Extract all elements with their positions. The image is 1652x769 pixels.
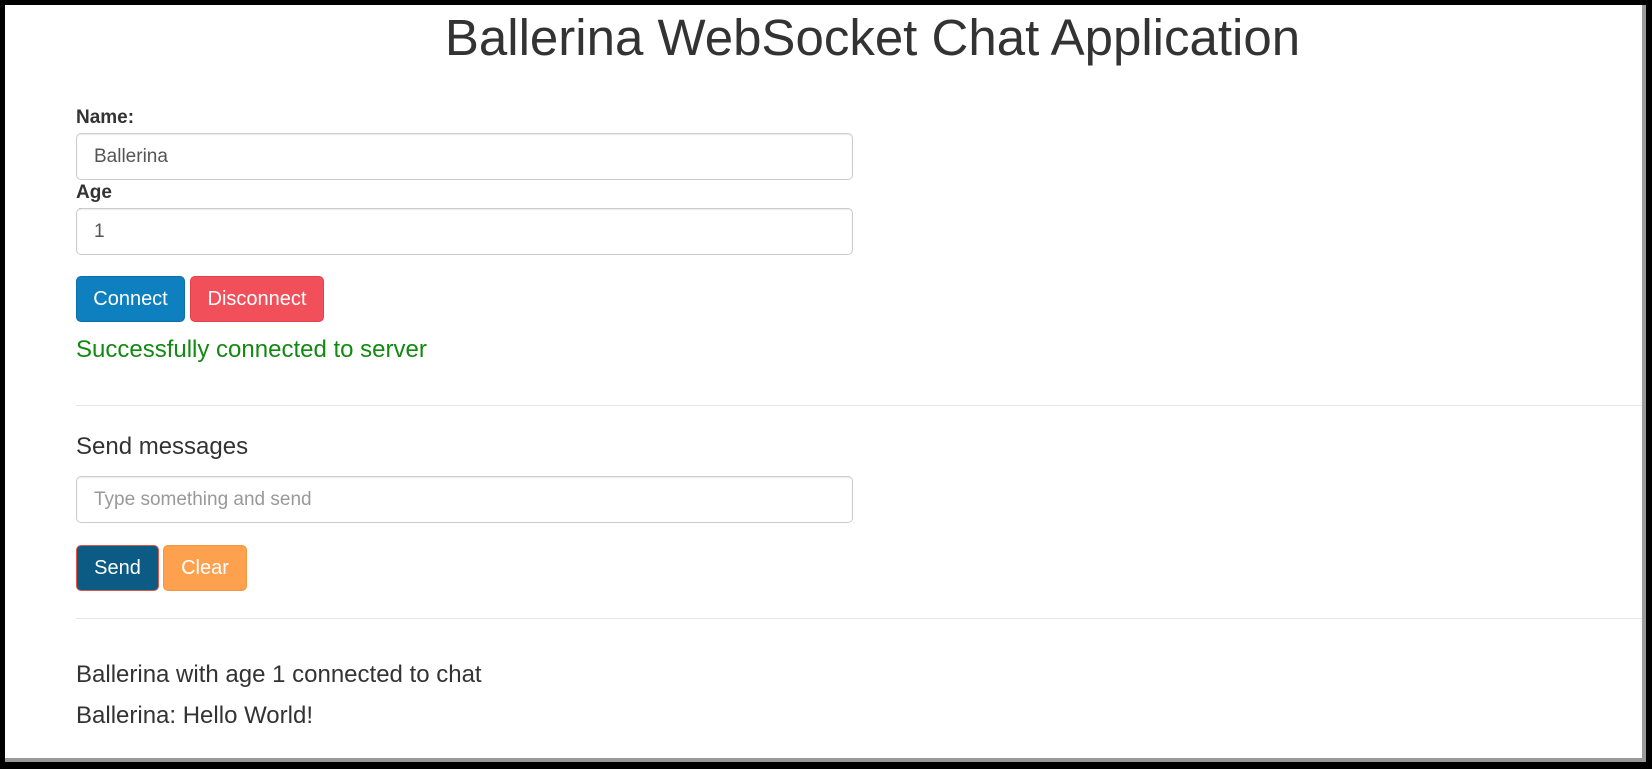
message-input[interactable] bbox=[76, 476, 853, 523]
name-input[interactable] bbox=[76, 133, 853, 180]
chat-message: Ballerina with age 1 connected to chat bbox=[76, 661, 482, 688]
clear-button[interactable]: Clear bbox=[163, 545, 247, 591]
connection-status: Successfully connected to server bbox=[76, 336, 427, 363]
disconnect-button[interactable]: Disconnect bbox=[190, 276, 324, 322]
send-button[interactable]: Send bbox=[76, 545, 159, 591]
chat-message: Ballerina: Hello World! bbox=[76, 702, 313, 729]
connect-button[interactable]: Connect bbox=[76, 276, 185, 322]
age-input[interactable] bbox=[76, 208, 853, 255]
name-label: Name: bbox=[76, 107, 135, 128]
window-border bbox=[0, 0, 1652, 769]
page-title: Ballerina WebSocket Chat Application bbox=[444, 9, 1301, 66]
window-shadow bbox=[5, 5, 1646, 762]
divider bbox=[76, 405, 1646, 406]
send-messages-heading: Send messages bbox=[76, 433, 249, 460]
divider bbox=[76, 618, 1646, 619]
